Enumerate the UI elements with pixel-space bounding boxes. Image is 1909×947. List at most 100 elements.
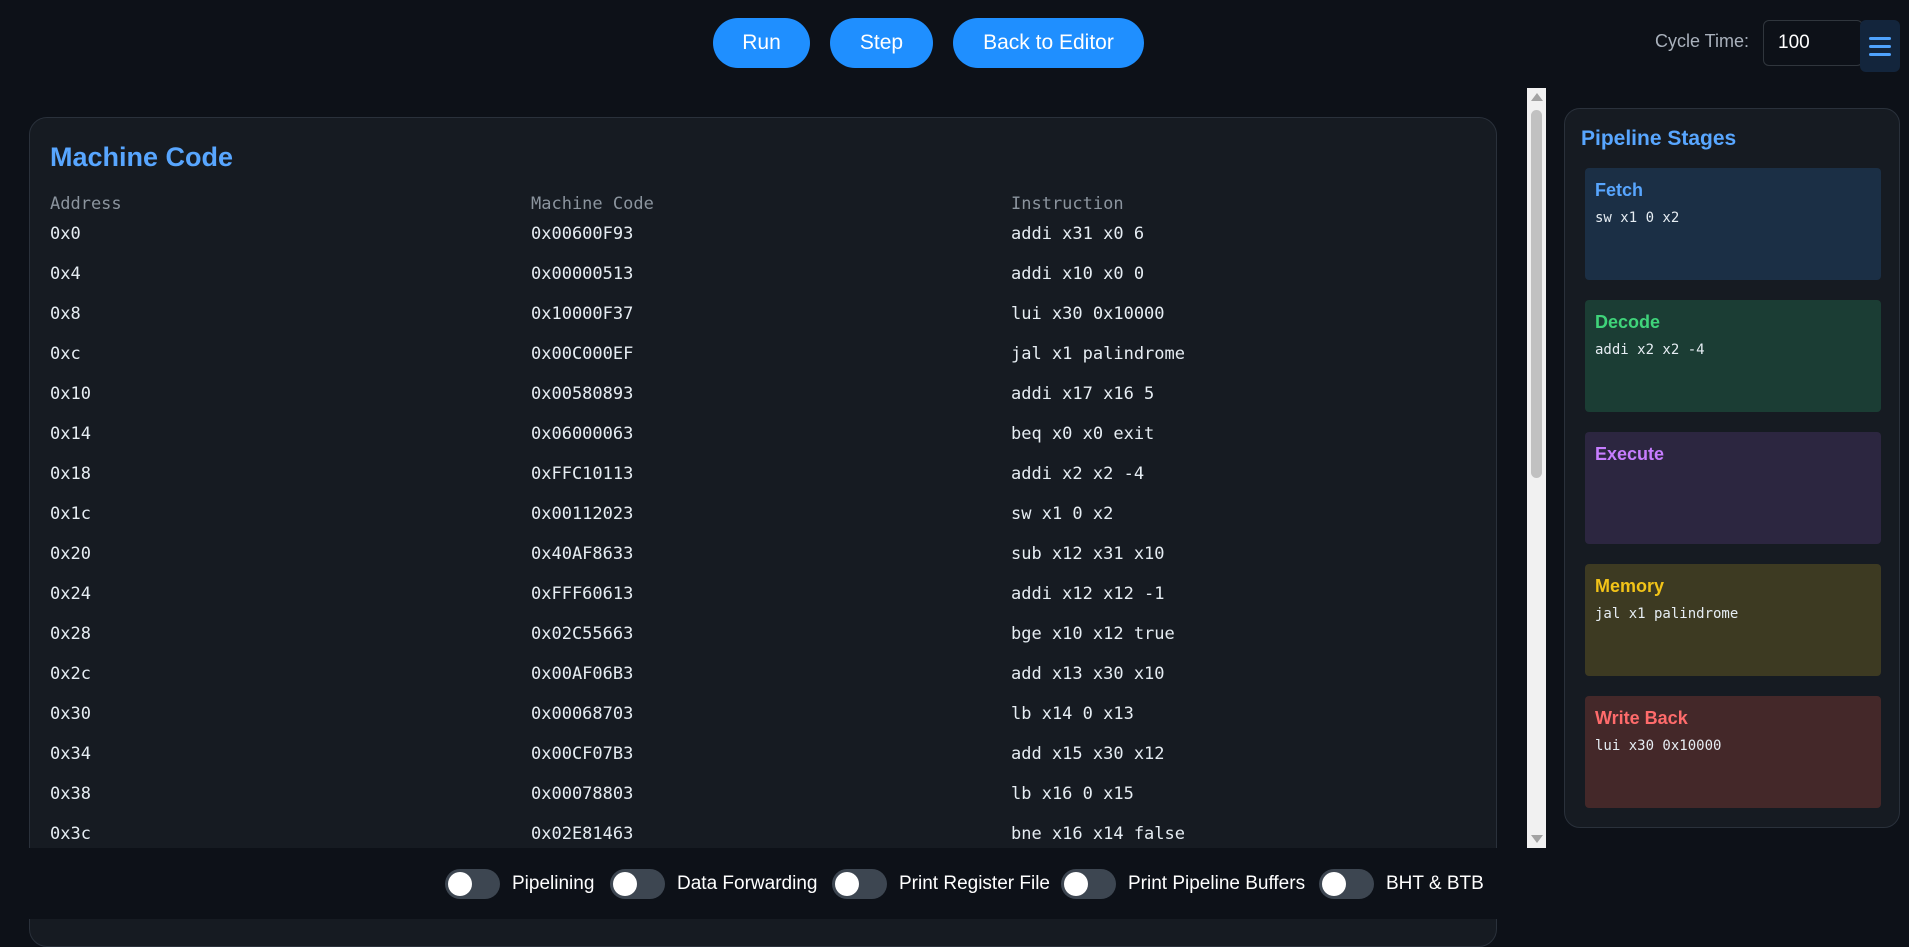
cycle-time-input[interactable] xyxy=(1763,20,1863,66)
scrollbar[interactable] xyxy=(1527,88,1546,848)
address-cell: 0x0 xyxy=(50,224,81,244)
toggle-print-pipeline-buffers[interactable]: Print Pipeline Buffers xyxy=(1061,868,1305,900)
table-row: 0x0 0x00600F93 addi x31 x0 6 xyxy=(50,224,1480,264)
instruction-cell: lui x30 0x10000 xyxy=(1011,304,1165,324)
address-cell: 0x3c xyxy=(50,824,91,844)
toggle-switch[interactable] xyxy=(1319,869,1374,899)
cycle-time-label: Cycle Time: xyxy=(1655,31,1750,51)
table-row: 0x20 0x40AF8633 sub x12 x31 x10 xyxy=(50,544,1480,584)
options-toggle-bar: Pipelining Data Forwarding Print Register … xyxy=(0,862,1909,906)
machine-code-cell: 0x00078803 xyxy=(531,784,634,804)
machine-code-cell: 0x10000F37 xyxy=(531,304,634,324)
address-cell: 0x10 xyxy=(50,384,91,404)
machine-code-cell: 0x06000063 xyxy=(531,424,634,444)
menu-icon-bar xyxy=(1869,36,1891,40)
menu-icon-bar xyxy=(1869,52,1891,56)
stage-name: Decode xyxy=(1595,312,1661,332)
table-row: 0x14 0x06000063 beq x0 x0 exit xyxy=(50,424,1480,464)
stage-name: Write Back xyxy=(1595,708,1688,728)
instruction-cell: jal x1 palindrome xyxy=(1011,344,1185,364)
toggle-bht-btb[interactable]: BHT & BTB xyxy=(1319,868,1484,900)
stage-instruction: sw x1 0 x2 xyxy=(1595,210,1680,226)
stage-name: Memory xyxy=(1595,576,1665,596)
instruction-cell: lb x16 0 x15 xyxy=(1011,784,1134,804)
address-cell: 0x4 xyxy=(50,264,81,284)
column-header-machine-code: Machine Code xyxy=(531,194,654,214)
table-row: 0x30 0x00068703 lb x14 0 x13 xyxy=(50,704,1480,744)
stage-name: Execute xyxy=(1595,444,1665,464)
instruction-cell: beq x0 x0 exit xyxy=(1011,424,1155,444)
instruction-cell: sw x1 0 x2 xyxy=(1011,504,1114,524)
toggle-switch[interactable] xyxy=(445,869,500,899)
instruction-cell: bge x10 x12 true xyxy=(1011,624,1175,644)
toggle-print-register-file[interactable]: Print Register File xyxy=(832,868,1050,900)
run-button[interactable]: Run xyxy=(713,18,810,68)
stage-instruction: lui x30 0x10000 xyxy=(1595,738,1722,754)
scroll-down-arrow-icon[interactable] xyxy=(1531,835,1543,843)
back-to-editor-button[interactable]: Back to Editor xyxy=(953,18,1144,68)
column-header-instruction: Instruction xyxy=(1011,194,1124,214)
toggle-switch[interactable] xyxy=(1061,869,1116,899)
pipeline-stage-memory: Memory jal x1 palindrome xyxy=(1585,564,1881,676)
address-cell: 0x28 xyxy=(50,624,91,644)
instruction-cell: sub x12 x31 x10 xyxy=(1011,544,1165,564)
scrollbar-thumb[interactable] xyxy=(1531,110,1542,478)
pipeline-stage-fetch: Fetch sw x1 0 x2 xyxy=(1585,168,1881,280)
address-cell: 0x18 xyxy=(50,464,91,484)
toggle-data-forwarding[interactable]: Data Forwarding xyxy=(610,868,817,900)
instruction-cell: addi x10 x0 0 xyxy=(1011,264,1145,284)
pipeline-stages-title: Pipeline Stages xyxy=(1581,127,1737,150)
table-row: 0xc 0x00C000EF jal x1 palindrome xyxy=(50,344,1480,384)
table-row: 0x28 0x02C55663 bge x10 x12 true xyxy=(50,624,1480,664)
scroll-up-arrow-icon[interactable] xyxy=(1531,93,1543,101)
pipeline-stage-execute: Execute xyxy=(1585,432,1881,544)
machine-code-cell: 0x02C55663 xyxy=(531,624,634,644)
instruction-cell: addi x17 x16 5 xyxy=(1011,384,1155,404)
instruction-cell: addi x31 x0 6 xyxy=(1011,224,1145,244)
table-row: 0x1c 0x00112023 sw x1 0 x2 xyxy=(50,504,1480,544)
machine-code-cell: 0x00600F93 xyxy=(531,224,634,244)
instruction-cell: lb x14 0 x13 xyxy=(1011,704,1134,724)
menu-icon[interactable] xyxy=(1860,20,1900,72)
address-cell: 0x8 xyxy=(50,304,81,324)
toggle-switch[interactable] xyxy=(832,869,887,899)
address-cell: 0x24 xyxy=(50,584,91,604)
machine-code-cell: 0x00000513 xyxy=(531,264,634,284)
address-cell: 0x38 xyxy=(50,784,91,804)
toggle-label: Print Pipeline Buffers xyxy=(1128,873,1306,894)
machine-code-cell: 0x00CF07B3 xyxy=(531,744,634,764)
address-cell: 0x20 xyxy=(50,544,91,564)
table-row: 0x2c 0x00AF06B3 add x13 x30 x10 xyxy=(50,664,1480,704)
pipeline-stages-panel: Pipeline Stages Fetch sw x1 0 x2 Decode add… xyxy=(1564,108,1900,828)
address-cell: 0x30 xyxy=(50,704,91,724)
stage-name: Fetch xyxy=(1595,180,1644,200)
machine-code-cell: 0x00AF06B3 xyxy=(531,664,634,684)
instruction-cell: addi x2 x2 -4 xyxy=(1011,464,1145,484)
step-button[interactable]: Step xyxy=(830,18,933,68)
machine-code-panel: Machine Code Address Machine Code Instru… xyxy=(29,117,1497,947)
instruction-cell: bne x16 x14 false xyxy=(1011,824,1185,844)
machine-code-cell: 0x00112023 xyxy=(531,504,634,524)
table-row: 0x10 0x00580893 addi x17 x16 5 xyxy=(50,384,1480,424)
pipeline-stage-write-back: Write Back lui x30 0x10000 xyxy=(1585,696,1881,808)
table-row: 0x4 0x00000513 addi x10 x0 0 xyxy=(50,264,1480,304)
menu-icon-bar xyxy=(1869,44,1891,48)
machine-code-cell: 0x00C000EF xyxy=(531,344,634,364)
stage-instruction: addi x2 x2 -4 xyxy=(1595,342,1705,358)
stage-instruction: jal x1 palindrome xyxy=(1595,606,1739,622)
table-row: 0x34 0x00CF07B3 add x15 x30 x12 xyxy=(50,744,1480,784)
toggle-pipelining[interactable]: Pipelining xyxy=(445,868,594,900)
address-cell: 0x2c xyxy=(50,664,91,684)
instruction-cell: addi x12 x12 -1 xyxy=(1011,584,1165,604)
table-row: 0x38 0x00078803 lb x16 0 x15 xyxy=(50,784,1480,824)
machine-code-cell: 0x40AF8633 xyxy=(531,544,634,564)
toggle-label: Print Register File xyxy=(899,873,1050,894)
toggle-label: Data Forwarding xyxy=(677,873,818,894)
machine-code-cell: 0x02E81463 xyxy=(531,824,634,844)
toggle-switch[interactable] xyxy=(610,869,665,899)
toggle-label: Pipelining xyxy=(512,873,595,894)
instruction-cell: add x13 x30 x10 xyxy=(1011,664,1165,684)
top-toolbar: Run Step Back to Editor Cycle Time: ms xyxy=(0,0,1909,88)
address-cell: 0x14 xyxy=(50,424,91,444)
table-row: 0x8 0x10000F37 lui x30 0x10000 xyxy=(50,304,1480,344)
